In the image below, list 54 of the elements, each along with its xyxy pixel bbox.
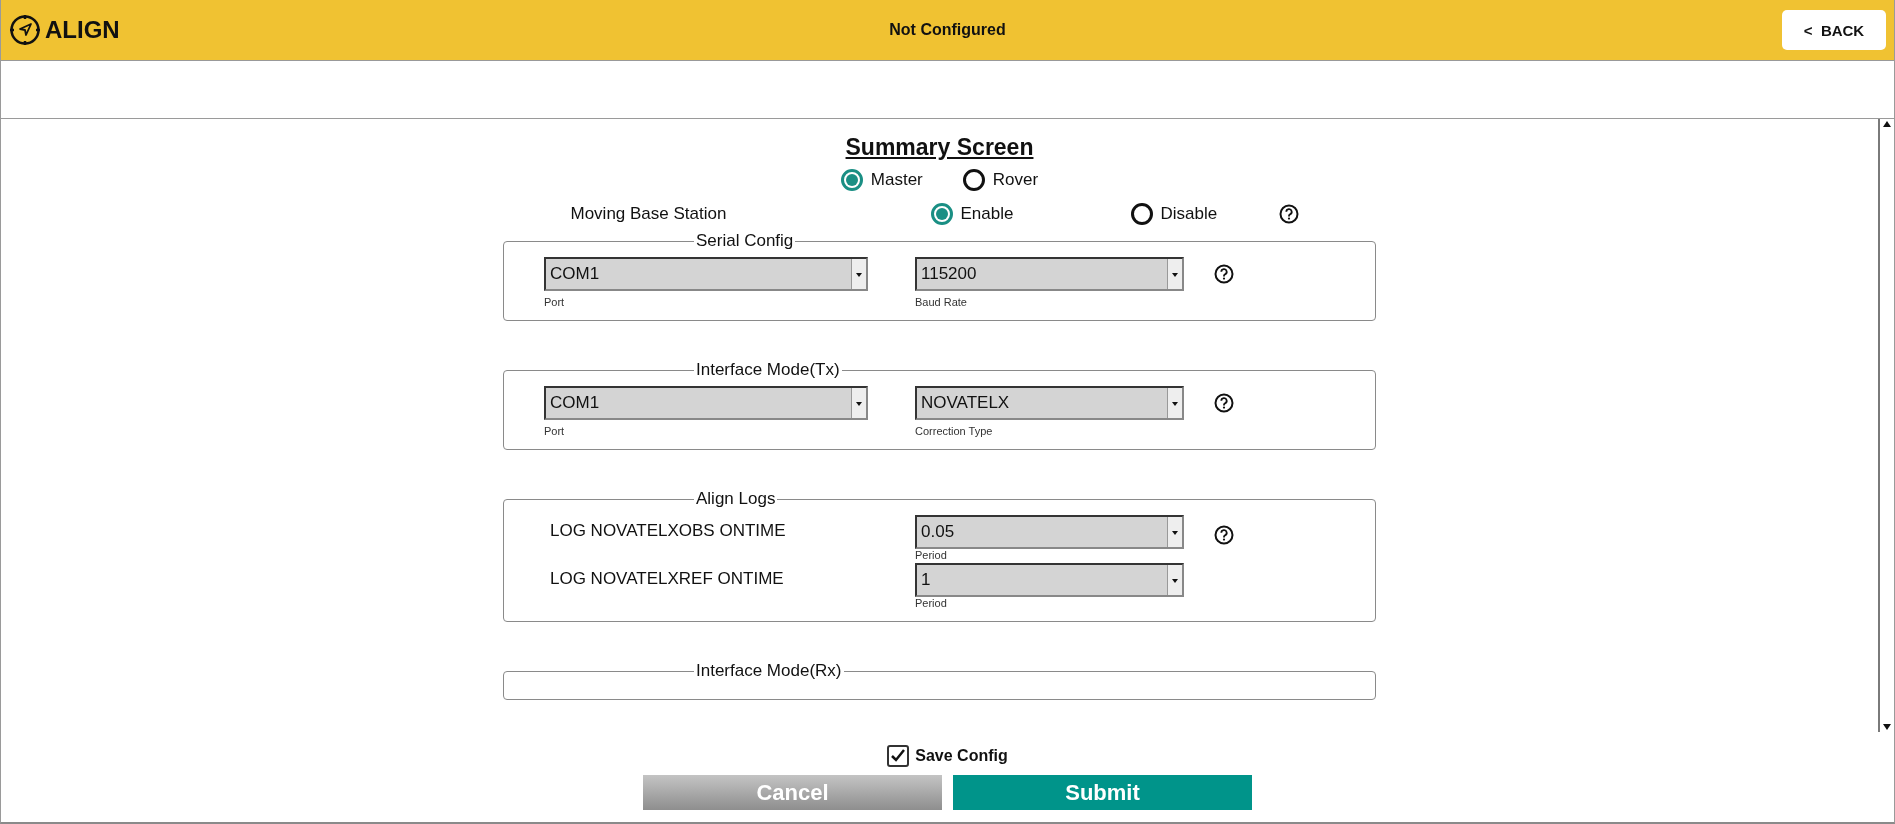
log-label: LOG NOVATELXREF ONTIME: [549, 568, 785, 589]
dropdown-caret-icon[interactable]: [851, 259, 866, 289]
help-icon[interactable]: [1214, 525, 1234, 545]
dropdown-caret-icon[interactable]: [1167, 259, 1182, 289]
radio-label: Disable: [1160, 204, 1218, 224]
checkbox[interactable]: [887, 745, 910, 767]
field-caption: Period: [915, 597, 948, 609]
screen-title: Summary Screen: [845, 133, 1034, 161]
log-label: LOG NOVATELXOBS ONTIME: [549, 520, 787, 541]
save-config-option[interactable]: Save Config: [887, 745, 1008, 767]
radio-label: Rover: [992, 170, 1039, 190]
dropdown-select[interactable]: 0.05: [915, 515, 1184, 549]
scroll-up-icon[interactable]: [1882, 119, 1892, 129]
help-icon[interactable]: [1278, 204, 1299, 224]
field-caption: Port: [544, 425, 566, 437]
section-title: Serial Config: [695, 231, 795, 251]
dropdown-caret-icon[interactable]: [851, 388, 866, 418]
help-icon[interactable]: [1214, 393, 1234, 413]
radio-label: Enable: [960, 204, 1014, 224]
app-title: ALIGN: [45, 16, 120, 44]
back-button[interactable]: < BACK: [1782, 10, 1886, 50]
field-caption: Period: [915, 549, 948, 561]
dropdown-select[interactable]: COM1: [544, 386, 868, 420]
radio-option[interactable]: Rover: [962, 169, 1039, 191]
radio-button[interactable]: [840, 169, 863, 191]
radio-button[interactable]: [1130, 203, 1153, 225]
field-caption: Correction Type: [915, 425, 994, 437]
moving-base-label: Moving Base Station: [570, 204, 728, 224]
checkmark-icon: [890, 748, 907, 764]
dropdown-select[interactable]: 115200: [915, 257, 1184, 291]
radio-label: Master: [870, 170, 923, 190]
help-icon[interactable]: [1214, 264, 1234, 284]
field-caption: Baud Rate: [915, 296, 968, 308]
compass-logo-icon: [9, 14, 41, 46]
radio-option[interactable]: Master: [840, 169, 923, 191]
field-caption: Port: [544, 296, 566, 308]
radio-option[interactable]: Disable: [1130, 203, 1279, 225]
dropdown-select[interactable]: COM1: [544, 257, 868, 291]
dropdown-caret-icon[interactable]: [1167, 565, 1182, 595]
dropdown-select[interactable]: 1: [915, 563, 1184, 597]
radio-option[interactable]: Enable: [930, 203, 1131, 225]
dropdown-select[interactable]: NOVATELX: [915, 386, 1184, 420]
status-text: Not Configured: [889, 21, 1006, 39]
section-title: Align Logs: [695, 489, 777, 509]
checkbox-label: Save Config: [915, 747, 1008, 765]
section-title: Interface Mode(Rx): [695, 661, 843, 681]
scroll-down-icon[interactable]: [1882, 722, 1892, 732]
radio-button[interactable]: [930, 203, 953, 225]
radio-button[interactable]: [962, 169, 985, 191]
section-title: Interface Mode(Tx): [695, 360, 841, 380]
submit-button[interactable]: Submit: [953, 775, 1252, 810]
dropdown-caret-icon[interactable]: [1167, 388, 1182, 418]
dropdown-caret-icon[interactable]: [1167, 517, 1182, 547]
scrollbar[interactable]: [1878, 119, 1894, 732]
